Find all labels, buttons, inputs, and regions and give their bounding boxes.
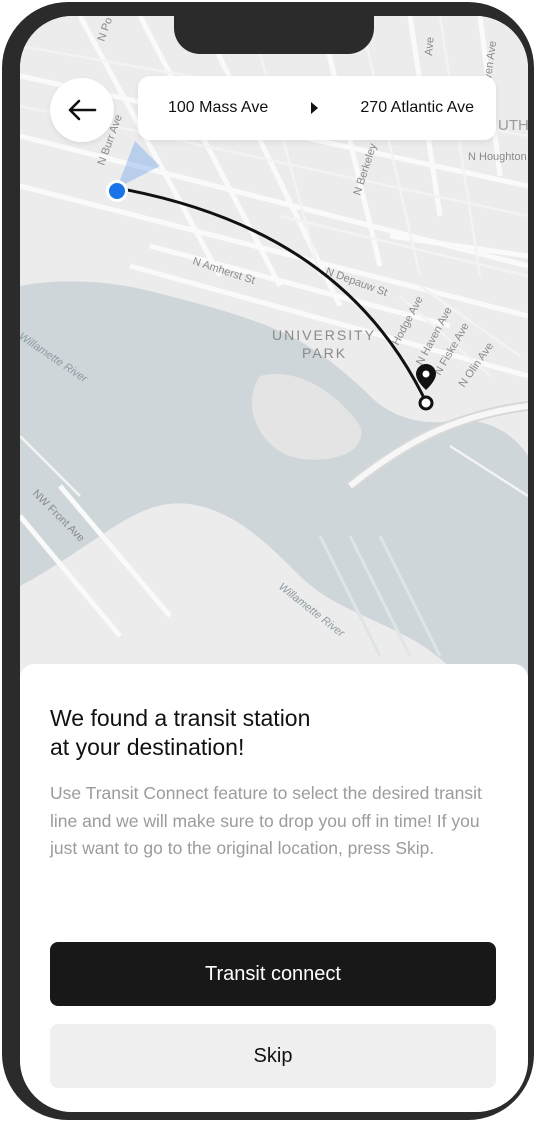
map-label: N Houghton bbox=[468, 151, 527, 163]
phone-frame: N Burr Ave N Amherst St N Depauw St N Be… bbox=[2, 2, 534, 1120]
map-label: UTH bbox=[498, 117, 528, 134]
skip-button[interactable]: Skip bbox=[50, 1024, 496, 1088]
origin-address: 100 Mass Ave bbox=[168, 99, 269, 116]
sheet-title-line: at your destination! bbox=[50, 734, 245, 760]
back-button[interactable] bbox=[50, 78, 114, 142]
side-button bbox=[2, 216, 8, 286]
triangle-right-icon bbox=[310, 102, 318, 114]
district-label: UNIVERSITY bbox=[272, 327, 376, 343]
district-label: PARK bbox=[302, 345, 347, 361]
map-label: Ave bbox=[423, 37, 437, 57]
destination-address: 270 Atlantic Ave bbox=[360, 99, 474, 116]
sheet-description: Use Transit Connect feature to select th… bbox=[50, 783, 482, 858]
sheet-title: We found a transit station at your desti… bbox=[50, 704, 450, 762]
sheet-title-line: We found a transit station bbox=[50, 705, 311, 731]
side-button bbox=[2, 312, 8, 382]
side-button bbox=[2, 142, 8, 182]
bottom-sheet: We found a transit station at your desti… bbox=[20, 664, 528, 1112]
route-summary[interactable]: 100 Mass Ave 270 Atlantic Ave bbox=[138, 76, 496, 140]
screen: N Burr Ave N Amherst St N Depauw St N Be… bbox=[20, 16, 528, 1112]
arrow-left-icon bbox=[68, 99, 97, 121]
transit-connect-button[interactable]: Transit connect bbox=[50, 942, 496, 1006]
origin-dot bbox=[109, 183, 125, 199]
notch bbox=[174, 16, 374, 54]
